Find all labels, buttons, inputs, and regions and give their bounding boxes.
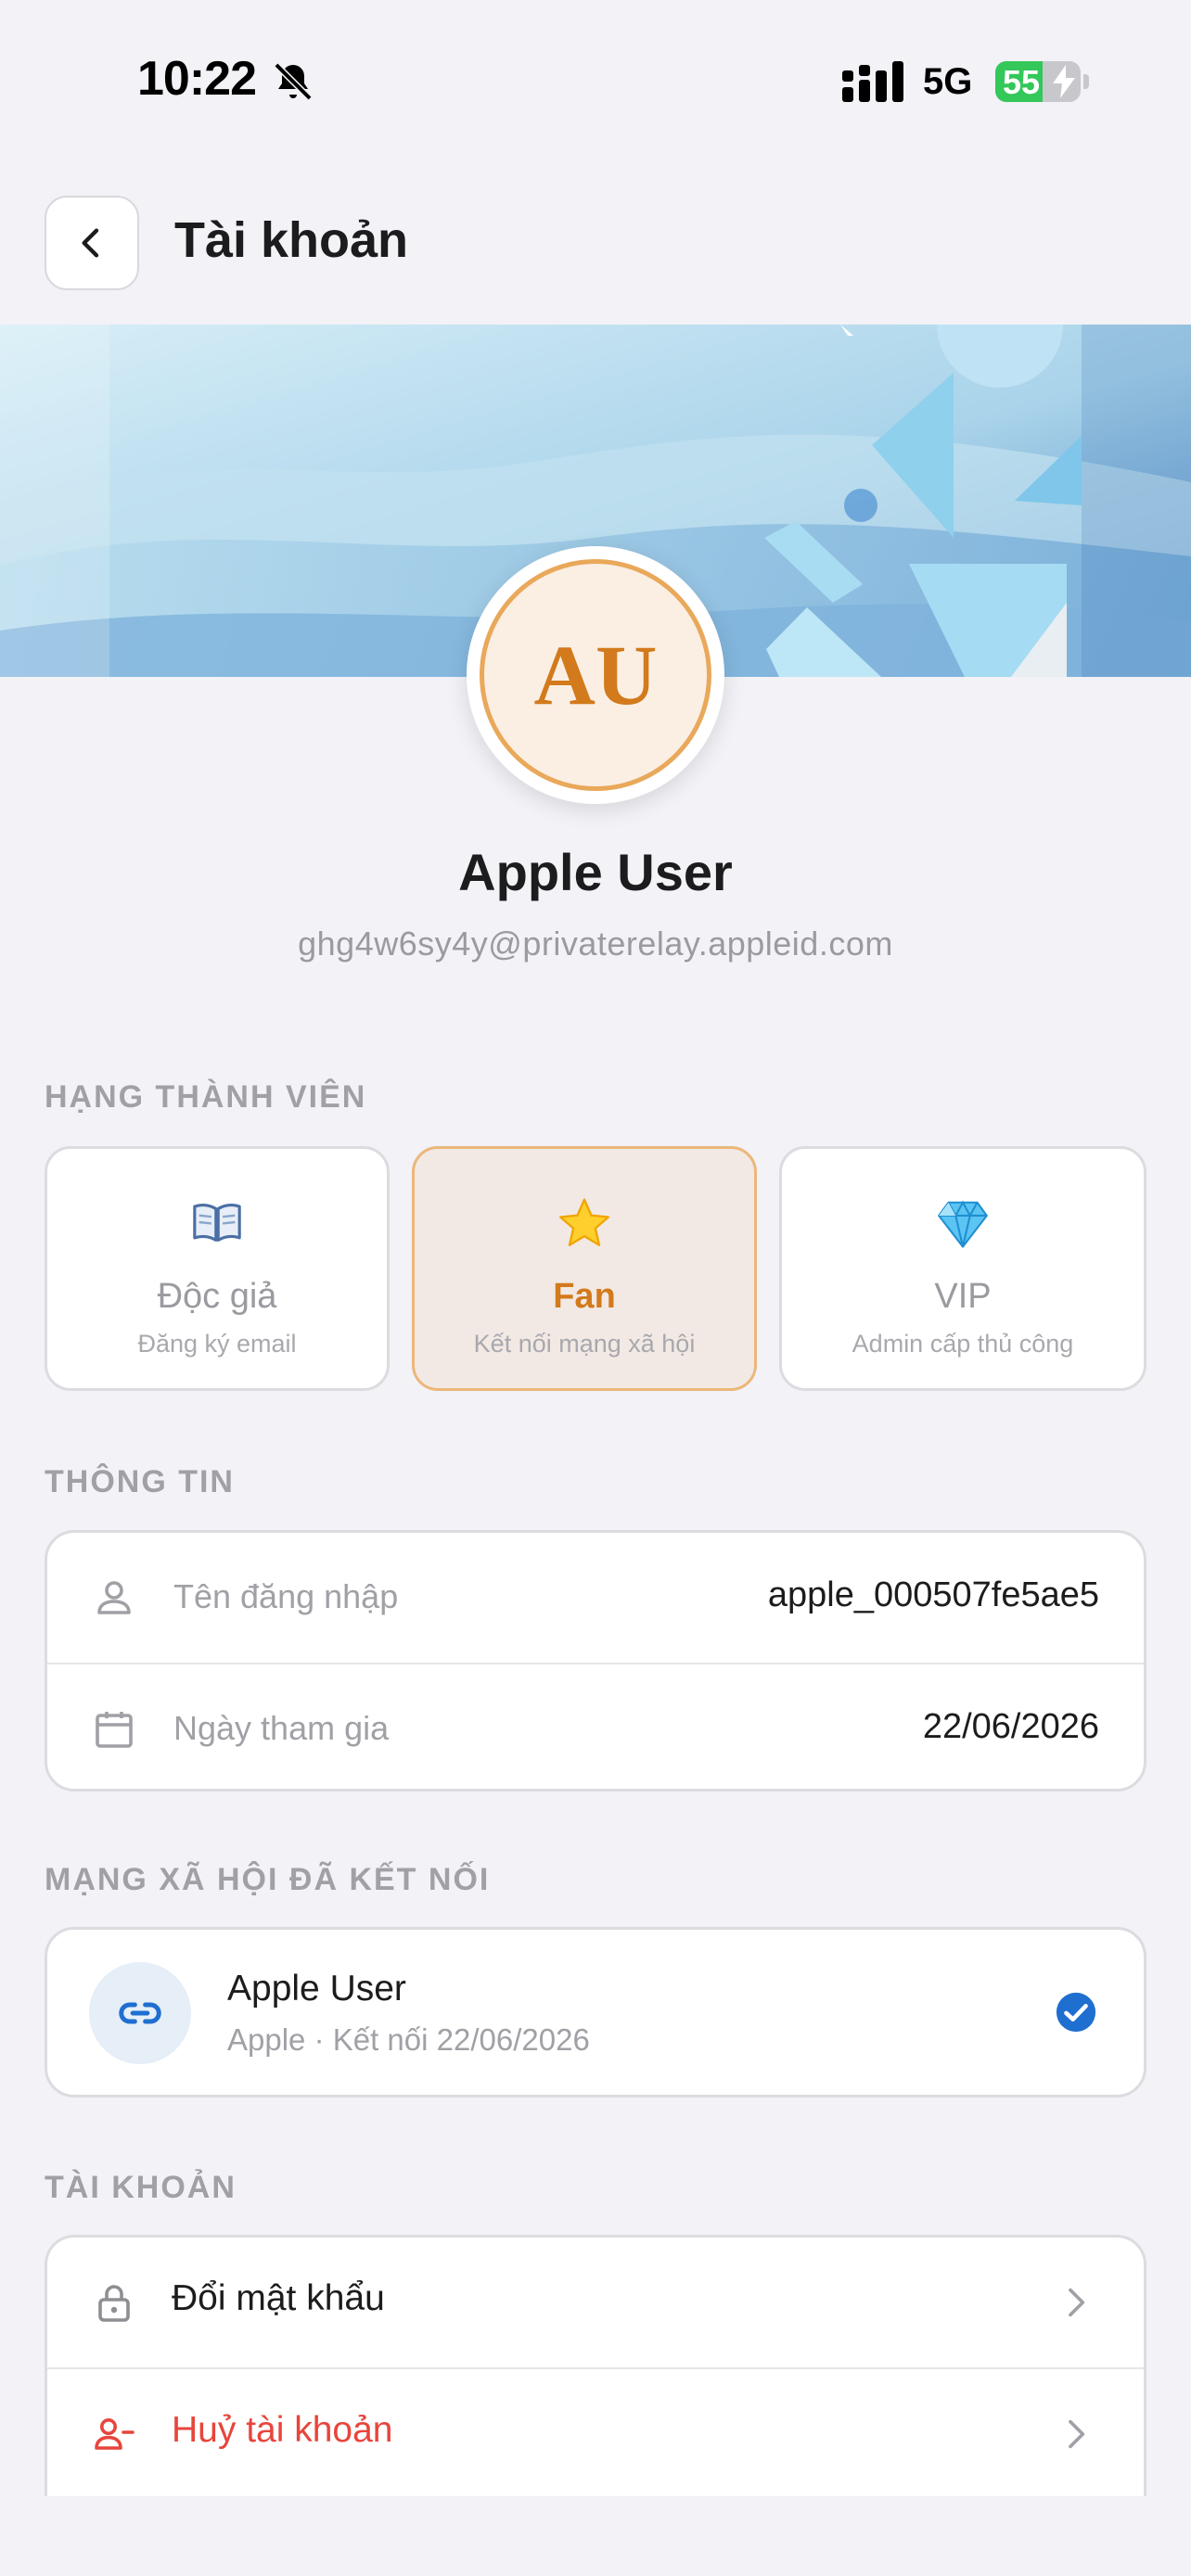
delete-account-row[interactable]: Huỷ tài khoản [47,2367,1144,2496]
join-date-value: 22/06/2026 [922,1707,1099,1746]
status-time: 10:22 [137,52,257,106]
tier-fan[interactable]: Fan Kết nối mạng xã hội [412,1146,757,1391]
join-date-label: Ngày tham gia [173,1709,390,1747]
membership-section-label: HẠNG THÀNH VIÊN [45,1079,367,1115]
network-type: 5G [923,61,973,102]
calendar-icon [96,1712,133,1748]
tier-name: Độc giả [157,1277,277,1316]
avatar-initials: AU [533,628,658,722]
username-row: Tên đăng nhập apple_000507fe5ae5 [47,1533,1144,1663]
social-account-row[interactable]: Apple User Apple · Kết nối 22/06/2026 [47,1930,1144,2095]
avatar-circle: AU [480,559,711,791]
chevron-right-icon [1069,2288,1085,2317]
change-password-label: Đổi mật khẩu [172,2278,385,2318]
tier-reader[interactable]: Độc giả Đăng ký email [45,1146,390,1391]
battery-indicator: 55 [995,61,1081,102]
username-value: apple_000507fe5ae5 [767,1575,1099,1614]
status-bar: 10:22 5G 55 [0,0,1191,139]
link-icon [119,2002,161,2024]
tier-description: Đăng ký email [137,1330,297,1358]
chevron-left-icon [82,228,99,258]
star-icon [415,1195,754,1251]
social-account-meta: Apple · Kết nối 22/06/2026 [227,2022,590,2057]
check-circle-icon [1056,1992,1096,2033]
info-section-label: THÔNG TIN [45,1464,235,1499]
tier-description: Admin cấp thủ công [852,1330,1074,1358]
signal-icon [842,61,903,102]
user-email: ghg4w6sy4y@privaterelay.appleid.com [298,925,893,963]
charging-bolt-icon [1053,65,1075,98]
account-section-label: TÀI KHOẢN [45,2170,237,2205]
info-card: Tên đăng nhập apple_000507fe5ae5 Ngày th… [45,1530,1146,1792]
user-remove-icon [95,2418,134,2450]
change-password-row[interactable]: Đổi mật khẩu [47,2238,1144,2367]
user-name: Apple User [458,843,733,901]
user-icon [97,1581,131,1614]
battery-nub [1083,74,1089,89]
book-icon [47,1195,387,1251]
diamond-icon [782,1195,1144,1251]
delete-account-label: Huỷ tài khoản [172,2410,393,2450]
tier-name: Fan [553,1277,616,1316]
tier-name: VIP [934,1277,992,1316]
account-actions-card: Đổi mật khẩu Huỷ tài khoản [45,2235,1146,2496]
chevron-right-icon [1069,2419,1085,2449]
social-account-name: Apple User [227,1969,406,2009]
lock-icon [98,2285,130,2322]
bell-slash-icon [274,62,313,101]
avatar[interactable]: AU [467,546,724,804]
tier-vip[interactable]: VIP Admin cấp thủ công [779,1146,1146,1391]
social-card: Apple User Apple · Kết nối 22/06/2026 [45,1927,1146,2098]
username-label: Tên đăng nhập [173,1577,399,1615]
tier-description: Kết nối mạng xã hội [473,1330,696,1358]
social-icon-badge [89,1962,191,2064]
back-button[interactable] [45,196,139,290]
page-title: Tài khoản [174,212,409,268]
battery-percent: 55 [1003,63,1041,101]
social-section-label: MẠNG XÃ HỘI ĐÃ KẾT NỐI [45,1862,491,1897]
join-date-row: Ngày tham gia 22/06/2026 [47,1663,1144,1789]
